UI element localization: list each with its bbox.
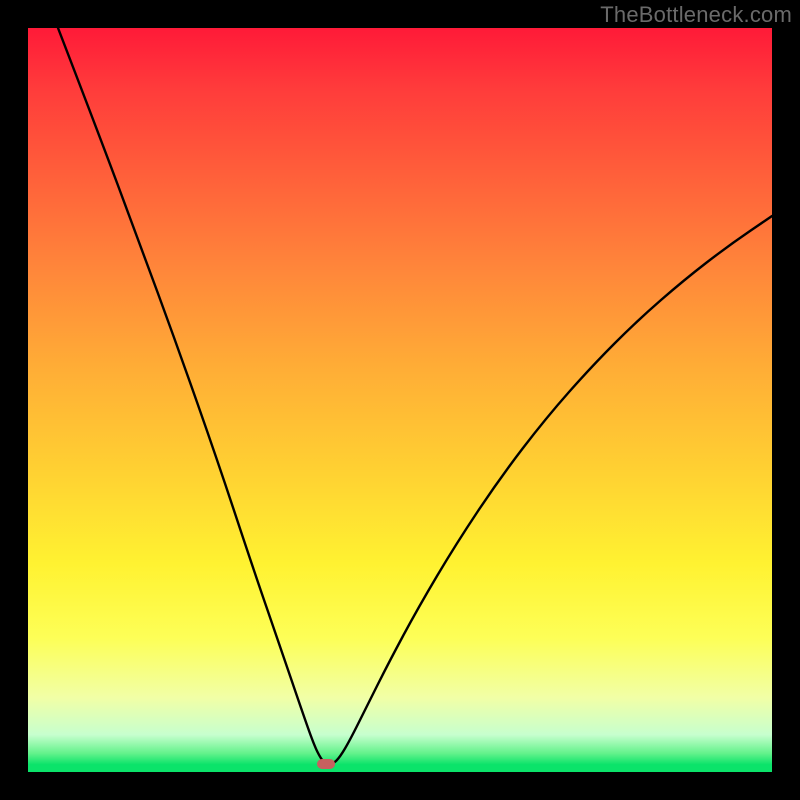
optimum-marker [317, 759, 335, 769]
chart-frame: TheBottleneck.com [0, 0, 800, 800]
bottleneck-curve-path [58, 28, 772, 764]
watermark-text: TheBottleneck.com [600, 2, 792, 28]
plot-area [28, 28, 772, 772]
curve-svg [28, 28, 772, 772]
